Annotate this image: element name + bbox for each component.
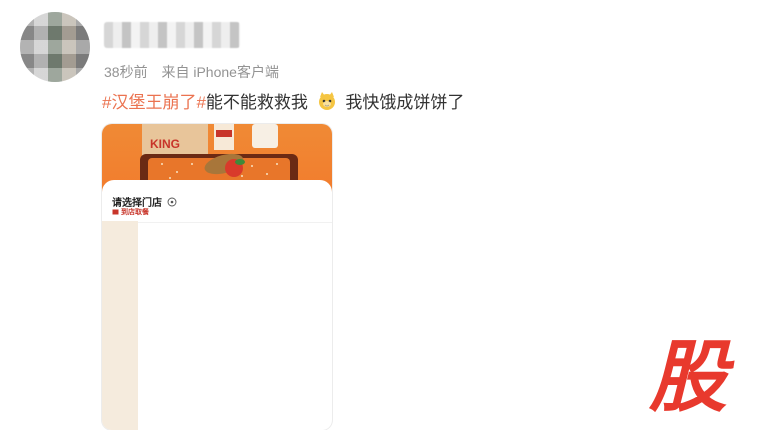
post-text-part1: 能不能救救我 xyxy=(205,93,308,112)
store-icon xyxy=(112,209,119,215)
post-meta: 38秒前 来自 iPhone客户端 xyxy=(104,62,279,82)
watermark-logo: 股 xyxy=(648,334,735,412)
pickup-label: 到店取餐 xyxy=(120,209,149,216)
user-avatar[interactable] xyxy=(20,12,90,82)
post-source: 来自 iPhone客户端 xyxy=(161,64,279,80)
hashtag-link[interactable]: #汉堡王崩了# xyxy=(102,93,206,112)
post-text: #汉堡王崩了#能不能救救我 我快饿成饼饼了 xyxy=(102,88,464,113)
cat-emoji-icon xyxy=(318,92,335,110)
location-icon xyxy=(167,197,177,207)
category-sidebar xyxy=(102,221,138,430)
post-text-part2: 我快饿成饼饼了 xyxy=(345,93,465,112)
post-time[interactable]: 38秒前 xyxy=(104,64,148,80)
bag-brand-text: KING xyxy=(150,137,180,151)
watermark-text: 股 xyxy=(648,334,735,412)
username-blurred[interactable] xyxy=(104,22,240,48)
post-image-card[interactable]: KING 请选择门店 到店取餐 xyxy=(102,124,332,430)
pickup-badge: 到店取餐 xyxy=(112,207,149,217)
